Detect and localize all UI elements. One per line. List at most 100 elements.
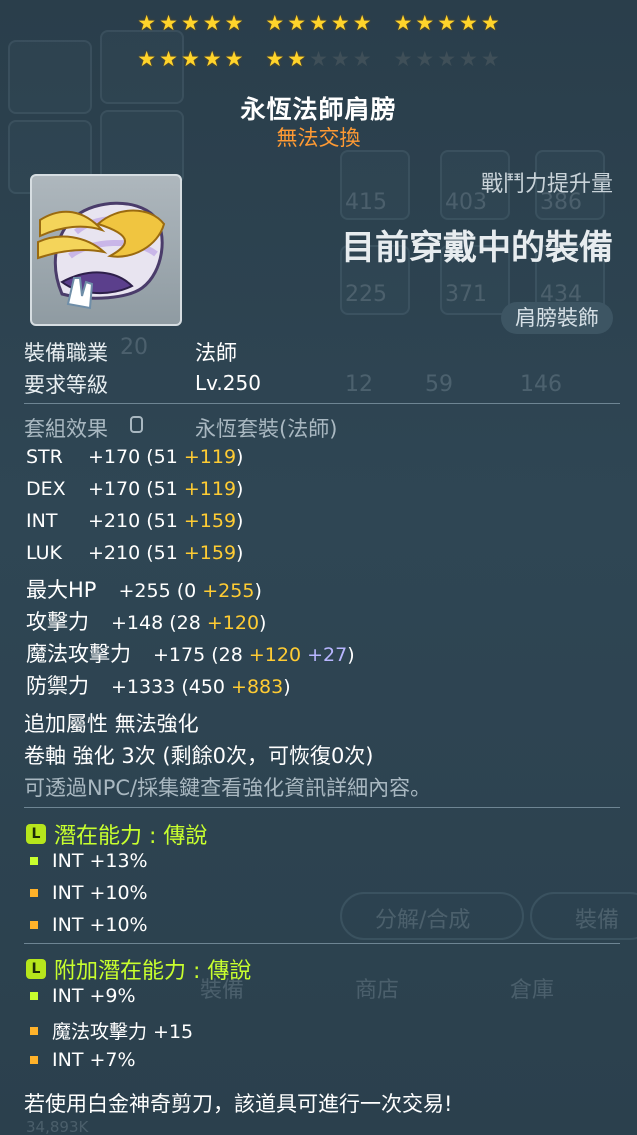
star-force-row: ★ ★ ★ ★ ★ ★ ★ ★ ★ ★ ★ ★ ★ ★ ★ (0, 48, 637, 70)
star-icon: ★ (180, 47, 200, 71)
star-icon: ★ (352, 47, 372, 71)
star-group: ★ ★ ★ ★ ★ (137, 12, 243, 34)
slot-badge: 肩膀裝飾 (501, 302, 613, 334)
star-icon: ★ (202, 47, 222, 71)
stat-close: ) (259, 612, 267, 634)
ghost-button-label: 商店 (355, 978, 400, 1003)
star-icon: ★ (480, 11, 500, 35)
star-icon: ★ (437, 11, 457, 35)
stat-row: INT +210 (51 +159) (26, 510, 243, 532)
stat-row: 魔法攻擊力 +175 (28 +120 +27) (26, 638, 355, 668)
star-icon: ★ (180, 11, 200, 35)
bullet-icon (30, 1026, 38, 1035)
bullet-icon (30, 992, 38, 1000)
potential-line: 魔法攻擊力 +15 (30, 1017, 193, 1044)
stat-total: +255 (118, 580, 171, 602)
lock-icon (130, 416, 143, 433)
stat-bonus: +159 (183, 542, 237, 564)
star-icon: ★ (459, 47, 478, 71)
job-label: 裝備職業 (24, 341, 108, 365)
equipped-label: 目前穿戴中的裝備 (341, 228, 613, 268)
star-icon: ★ (393, 11, 413, 35)
stat-name: 攻擊力 (26, 610, 89, 634)
ghost-button-label: 倉庫 (510, 978, 555, 1003)
stat-row: 最大HP +255 (0 +255) (26, 574, 262, 604)
stat-base: (51 (140, 478, 184, 500)
slot-count: 12 (345, 372, 373, 397)
legendary-grade-icon: L (26, 824, 46, 844)
stat-close: ) (283, 676, 291, 698)
slot-count: 415 (345, 190, 387, 215)
potential-line: INT +9% (30, 985, 136, 1007)
stat-total: +175 (153, 644, 206, 666)
stat-bonus: +120 (206, 612, 260, 634)
star-icon: ★ (287, 11, 307, 35)
star-icon: ★ (265, 47, 285, 71)
stat-close: ) (254, 580, 262, 602)
star-icon: ★ (330, 11, 350, 35)
stat-name: 最大HP (26, 578, 97, 602)
divider (24, 943, 620, 944)
level-label: 要求等級 (24, 373, 108, 397)
ghost-button-label: 分解/合成 (375, 908, 471, 933)
shoulder-icon (37, 201, 166, 310)
slot-count: 225 (345, 282, 387, 307)
meso-readout: 34,893K (26, 1118, 89, 1135)
potential-text: INT +9% (52, 985, 136, 1007)
star-icon: ★ (159, 11, 178, 35)
star-icon: ★ (415, 11, 435, 35)
potential-title: 潛在能力 : 傳說 (54, 824, 208, 849)
stat-base: (0 (170, 580, 203, 602)
star-force-row: ★ ★ ★ ★ ★ ★ ★ ★ ★ ★ ★ ★ ★ ★ ★ (0, 12, 637, 34)
inventory-slot (340, 150, 410, 220)
stat-star-bonus: +27 (301, 644, 348, 666)
bonus-potential-header: L 附加潛在能力 : 傳說 (26, 953, 251, 985)
stat-bonus: +883 (231, 676, 284, 698)
stat-base: (28 (205, 644, 249, 666)
stat-base: (28 (163, 612, 207, 634)
potential-text: INT +13% (52, 850, 148, 872)
star-icon: ★ (202, 11, 222, 35)
legendary-grade-icon: L (26, 959, 46, 979)
stat-base: (450 (175, 676, 232, 698)
bonus-potential-title: 附加潛在能力 : 傳說 (54, 959, 252, 984)
stat-total: +170 (88, 478, 141, 500)
star-icon: ★ (415, 47, 435, 71)
star-group: ★ ★ ★ ★ ★ (265, 48, 371, 70)
star-icon: ★ (330, 47, 350, 71)
stat-close: ) (236, 542, 244, 564)
ghost-button (340, 892, 524, 940)
star-icon: ★ (352, 11, 372, 35)
divider (24, 403, 620, 404)
star-group: ★ ★ ★ ★ ★ (265, 12, 371, 34)
stat-close: ) (236, 478, 244, 500)
item-icon-frame (30, 174, 182, 326)
level-value: Lv.250 (195, 371, 261, 395)
star-icon: ★ (480, 47, 500, 71)
stat-close: ) (236, 446, 244, 468)
potential-line: INT +7% (30, 1049, 136, 1071)
stat-row: 防禦力 +1333 (450 +883) (26, 670, 291, 700)
slot-count: 146 (520, 372, 562, 397)
potential-line: INT +13% (30, 850, 148, 872)
stat-bonus: +255 (202, 580, 255, 602)
stat-name: LUK (26, 542, 63, 564)
stat-total: +170 (88, 446, 141, 468)
bullet-icon (30, 857, 38, 865)
trade-status: 無法交換 (276, 126, 361, 150)
stat-total: +210 (88, 542, 141, 564)
ghost-button-label: 裝備 (575, 908, 620, 933)
scroll-info: 卷軸 強化 3次 (剩餘0次，可恢復0次) (24, 744, 374, 768)
potential-text: INT +7% (52, 1049, 136, 1071)
stat-name: 防禦力 (26, 674, 89, 698)
potential-header: L 潛在能力 : 傳說 (26, 818, 207, 850)
stat-base: (51 (140, 542, 184, 564)
star-icon: ★ (224, 47, 244, 71)
stat-name: STR (26, 446, 63, 468)
stat-base: (51 (140, 510, 184, 532)
potential-text: INT +10% (52, 914, 148, 936)
star-icon: ★ (287, 47, 307, 71)
stat-row: 攻擊力 +148 (28 +120) (26, 606, 266, 636)
star-group: ★ ★ ★ ★ ★ (394, 12, 500, 34)
divider (24, 807, 620, 808)
